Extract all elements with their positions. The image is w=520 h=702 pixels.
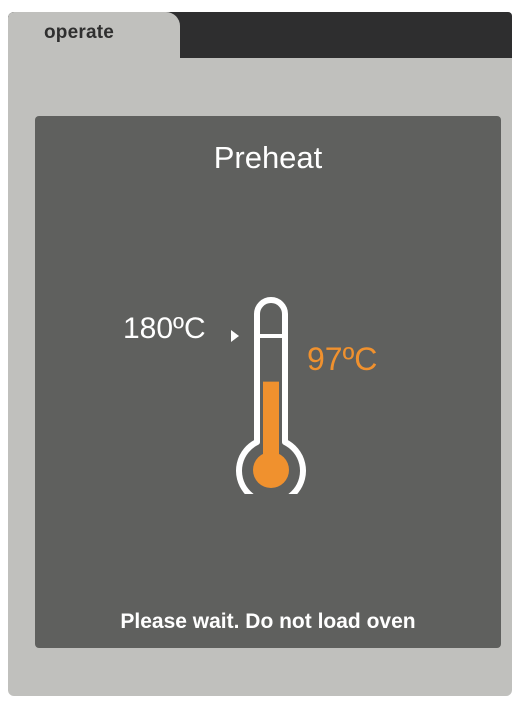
target-temperature: 180ºC [123,312,206,345]
tab-operate[interactable]: operate [8,12,180,60]
mercury-bulb [253,452,289,488]
mercury-column [263,381,279,454]
target-marker-icon [231,330,239,342]
current-temperature: 97ºC [307,341,378,377]
thermometer-icon [231,297,306,494]
tab-operate-label: operate [44,22,115,43]
oven-control-window: operate Preheat 180ºC 97ºC Please wait. … [8,12,512,696]
status-message: Please wait. Do not load oven [120,610,416,633]
page-title: Preheat [213,140,323,175]
preheat-panel: Preheat 180ºC 97ºC Please wait. Do not l… [35,116,501,648]
